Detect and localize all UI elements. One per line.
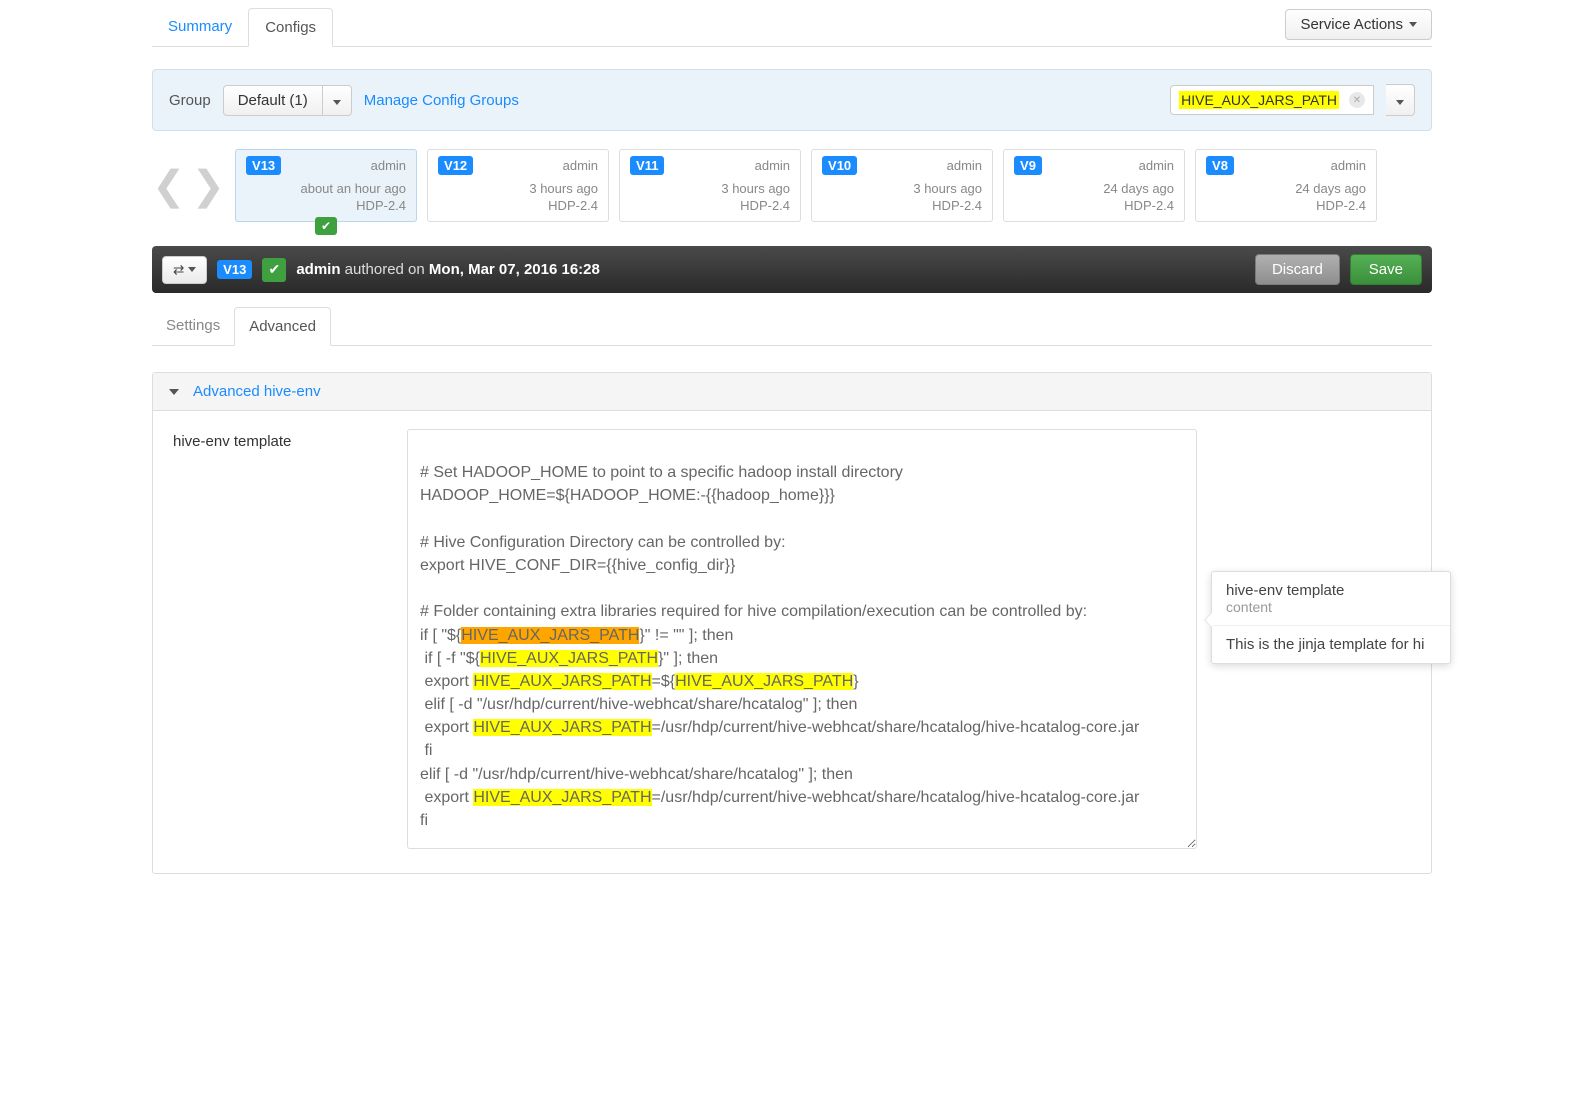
shuffle-icon: ⇄ <box>173 262 184 278</box>
version-badge: V11 <box>630 156 664 175</box>
version-user: admin <box>1331 158 1366 173</box>
version-time: 3 hours ago <box>822 181 982 196</box>
discard-button[interactable]: Discard <box>1255 254 1340 285</box>
group-label: Group <box>169 92 211 109</box>
subtab-settings[interactable]: Settings <box>152 307 234 345</box>
version-history: ❮ ❯ V13adminabout an hour agoHDP-2.4✔V12… <box>152 149 1432 222</box>
version-stack: HDP-2.4 <box>630 198 790 213</box>
version-time: 3 hours ago <box>438 181 598 196</box>
group-dropdown-button[interactable] <box>323 85 352 116</box>
version-card[interactable]: V13adminabout an hour agoHDP-2.4✔ <box>235 149 417 222</box>
version-user: admin <box>371 158 406 173</box>
current-version-badge: V13 <box>217 260 252 279</box>
version-user: admin <box>1139 158 1174 173</box>
version-stack: HDP-2.4 <box>822 198 982 213</box>
property-tooltip: hive-env template content This is the ji… <box>1211 571 1451 664</box>
hive-env-template-textarea[interactable]: # Set HADOOP_HOME to point to a specific… <box>407 429 1197 849</box>
version-time: 24 days ago <box>1014 181 1174 196</box>
version-badge: V8 <box>1206 156 1234 175</box>
clear-search-icon[interactable]: ✕ <box>1349 92 1365 108</box>
tooltip-title: hive-env template <box>1226 582 1436 599</box>
filter-dropdown-button[interactable] <box>1386 84 1415 116</box>
version-card[interactable]: V9 admin 24 days ago HDP-2.4 <box>1003 149 1185 222</box>
version-card[interactable]: V11 admin 3 hours ago HDP-2.4 <box>619 149 801 222</box>
version-time: about an hour ago <box>246 181 406 196</box>
subtab-advanced[interactable]: Advanced <box>234 307 331 346</box>
version-badge: V9 <box>1014 156 1042 175</box>
manage-config-groups-link[interactable]: Manage Config Groups <box>364 92 519 109</box>
version-stack: HDP-2.4 <box>246 198 406 213</box>
next-arrow-icon[interactable]: ❯ <box>192 163 226 209</box>
config-group-bar: Group Default (1) Manage Config Groups H… <box>152 69 1432 131</box>
advanced-hive-env-panel: Advanced hive-env hive-env template # Se… <box>152 372 1432 874</box>
tab-configs[interactable]: Configs <box>248 8 333 47</box>
group-select: Default (1) <box>223 85 352 116</box>
version-time: 24 days ago <box>1206 181 1366 196</box>
caret-down-icon <box>1396 100 1404 105</box>
check-icon: ✔ <box>262 258 286 282</box>
caret-down-icon <box>1409 22 1417 27</box>
version-stack: HDP-2.4 <box>1014 198 1174 213</box>
prev-arrow-icon[interactable]: ❮ <box>152 163 186 209</box>
version-stack: HDP-2.4 <box>438 198 598 213</box>
filter-search-input[interactable]: HIVE_AUX_JARS_PATH ✕ <box>1170 85 1374 115</box>
tooltip-subtitle: content <box>1226 599 1436 615</box>
version-card[interactable]: V8 admin 24 days ago HDP-2.4 <box>1195 149 1377 222</box>
version-user: admin <box>755 158 790 173</box>
collapse-triangle-icon <box>169 389 179 395</box>
version-user: admin <box>947 158 982 173</box>
authored-text: admin authored on Mon, Mar 07, 2016 16:2… <box>296 261 600 278</box>
version-badge: V10 <box>822 156 857 175</box>
group-default-button[interactable]: Default (1) <box>223 85 323 116</box>
version-stack: HDP-2.4 <box>1206 198 1366 213</box>
current-version-bar: ⇄ V13 ✔ admin authored on Mon, Mar 07, 2… <box>152 246 1432 293</box>
caret-down-icon <box>333 100 341 105</box>
search-value-highlight: HIVE_AUX_JARS_PATH <box>1179 91 1339 109</box>
service-actions-label: Service Actions <box>1300 16 1403 33</box>
save-button[interactable]: Save <box>1350 254 1422 285</box>
config-subtabs: Settings Advanced <box>152 307 1432 346</box>
tab-summary[interactable]: Summary <box>152 8 248 46</box>
current-check-icon: ✔ <box>315 217 337 235</box>
version-card[interactable]: V10 admin 3 hours ago HDP-2.4 <box>811 149 993 222</box>
version-user: admin <box>563 158 598 173</box>
compare-versions-button[interactable]: ⇄ <box>162 256 207 284</box>
property-label: hive-env template <box>173 429 383 849</box>
version-time: 3 hours ago <box>630 181 790 196</box>
top-tabs: Summary Configs Service Actions <box>152 8 1432 47</box>
tooltip-body: This is the jinja template for hi <box>1212 626 1450 663</box>
panel-title: Advanced hive-env <box>193 383 321 400</box>
version-card[interactable]: V12 admin 3 hours ago HDP-2.4 <box>427 149 609 222</box>
service-actions-button[interactable]: Service Actions <box>1285 9 1432 40</box>
panel-header[interactable]: Advanced hive-env <box>153 373 1431 411</box>
version-badge: V13 <box>246 156 281 175</box>
caret-down-icon <box>188 267 196 272</box>
version-badge: V12 <box>438 156 473 175</box>
